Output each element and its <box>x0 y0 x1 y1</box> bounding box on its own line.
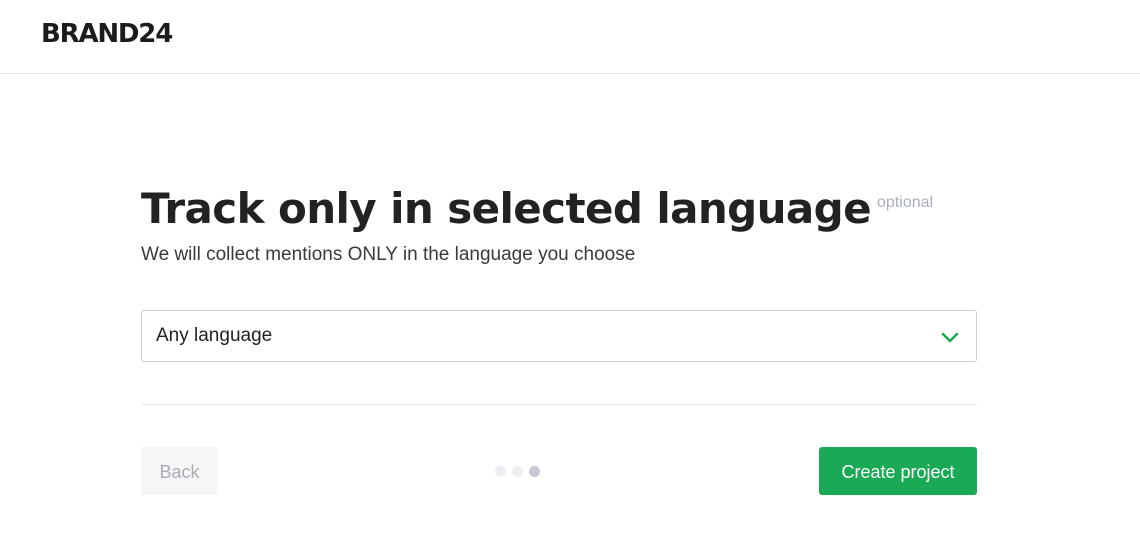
page-title: Track only in selected language <box>141 184 872 233</box>
step-dot-1 <box>495 466 506 477</box>
language-select[interactable]: Any language <box>141 310 977 362</box>
chevron-down-icon <box>941 332 959 343</box>
divider <box>141 404 977 405</box>
title-row: Track only in selected language optional <box>141 180 977 240</box>
optional-label: optional <box>877 194 934 211</box>
top-bar: BRAND24 <box>0 0 1140 74</box>
language-step: Track only in selected language optional … <box>141 180 977 495</box>
create-project-button[interactable]: Create project <box>819 447 977 495</box>
brand24-logo[interactable]: BRAND24 <box>41 18 173 50</box>
step-dot-3-active <box>529 466 540 477</box>
page-subtitle: We will collect mentions ONLY in the lan… <box>141 244 636 265</box>
back-button[interactable]: Back <box>141 447 218 495</box>
step-dot-2 <box>512 466 523 477</box>
language-select-value: Any language <box>156 325 273 346</box>
